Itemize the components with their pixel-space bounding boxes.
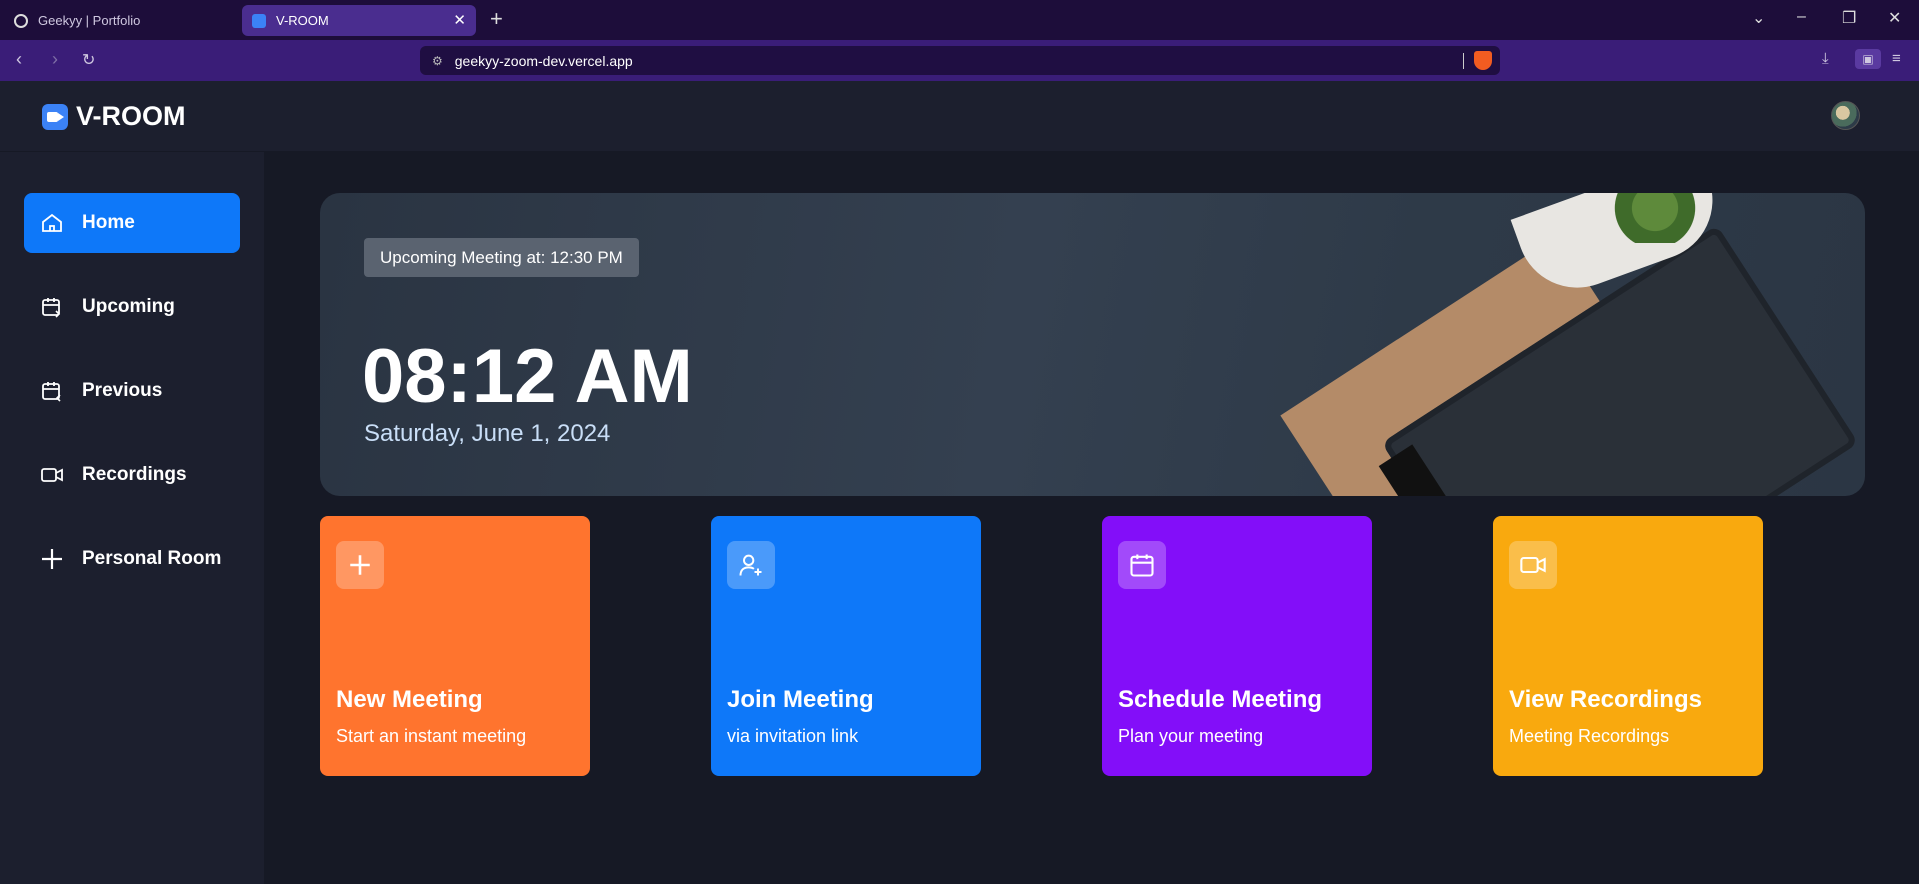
back-icon[interactable]: ‹ xyxy=(16,49,22,70)
card-title: Schedule Meeting xyxy=(1118,686,1323,713)
schedule-meeting-card[interactable]: Schedule Meeting Plan your meeting xyxy=(1102,516,1372,776)
wallet-icon[interactable]: ▣ xyxy=(1855,49,1881,69)
view-recordings-card[interactable]: View Recordings Meeting Recordings xyxy=(1493,516,1763,776)
sidebar-item-upcoming[interactable]: Upcoming xyxy=(24,277,240,337)
sidebar-item-label: Previous xyxy=(82,380,163,401)
close-window-icon[interactable]: ✕ xyxy=(1888,8,1901,28)
restore-icon[interactable]: ❐ xyxy=(1842,8,1856,28)
join-meeting-card[interactable]: Join Meeting via invitation link xyxy=(711,516,981,776)
upcoming-meeting-badge: Upcoming Meeting at: 12:30 PM xyxy=(364,238,639,277)
divider xyxy=(1463,53,1464,69)
vroom-favicon-icon xyxy=(252,13,266,28)
plus-icon xyxy=(336,541,384,589)
sidebar-item-label: Personal Room xyxy=(82,548,222,569)
app-name: V-ROOM xyxy=(76,101,186,131)
app-logo[interactable]: V-ROOM xyxy=(42,101,186,132)
sidebar-item-label: Upcoming xyxy=(82,296,175,317)
portfolio-favicon-icon xyxy=(14,13,28,28)
sidebar-item-label: Recordings xyxy=(82,464,187,485)
card-subtitle: Meeting Recordings xyxy=(1509,726,1670,746)
user-avatar[interactable] xyxy=(1831,101,1860,130)
tab-label: V-ROOM xyxy=(276,13,329,28)
address-bar[interactable]: ⚙ geekyy-zoom-dev.vercel.app xyxy=(420,46,1500,75)
user-add-icon xyxy=(727,541,775,589)
browser-tabbar: Geekyy | Portfolio V-ROOM ✕ + ⌄ – ❐ ✕ xyxy=(0,0,1919,40)
tab-list-chevron-icon[interactable]: ⌄ xyxy=(1752,8,1765,28)
new-tab-icon[interactable]: + xyxy=(490,8,503,30)
sidebar-item-previous[interactable]: Previous xyxy=(24,361,240,421)
site-info-icon[interactable]: ⚙ xyxy=(432,54,443,68)
browser-tab-vroom[interactable]: V-ROOM ✕ xyxy=(242,5,476,36)
sidebar-item-home[interactable]: Home xyxy=(24,193,240,253)
brave-shields-icon[interactable] xyxy=(1474,51,1492,70)
home-icon xyxy=(42,213,62,232)
sidebar: Home Upcoming Previous Recordings Person… xyxy=(0,152,264,884)
card-subtitle: via invitation link xyxy=(727,726,859,746)
card-subtitle: Start an instant meeting xyxy=(336,726,527,746)
sidebar-item-recordings[interactable]: Recordings xyxy=(24,445,240,505)
calendar-back-icon xyxy=(42,382,61,402)
card-title: New Meeting xyxy=(336,686,483,713)
calendar-icon xyxy=(1118,541,1166,589)
close-tab-icon[interactable]: ✕ xyxy=(453,11,466,29)
card-title: Join Meeting xyxy=(727,686,874,713)
menu-icon[interactable]: ≡ xyxy=(1892,50,1901,67)
download-icon[interactable]: ⤓ xyxy=(1822,50,1829,67)
video-camera-logo-icon xyxy=(42,103,68,130)
current-time: 08:12 AM xyxy=(362,334,693,419)
browser-tab-portfolio[interactable]: Geekyy | Portfolio xyxy=(4,5,239,36)
minimize-icon[interactable]: – xyxy=(1797,8,1806,26)
tab-label: Geekyy | Portfolio xyxy=(38,13,141,28)
sidebar-item-label: Home xyxy=(82,212,135,233)
app-header xyxy=(0,81,1919,152)
video-icon xyxy=(1509,541,1557,589)
reload-icon[interactable]: ↻ xyxy=(82,50,95,70)
calendar-forward-icon xyxy=(42,298,61,318)
video-icon xyxy=(41,468,63,482)
hero-background-decoration xyxy=(1610,193,1700,243)
card-title: View Recordings xyxy=(1509,686,1702,713)
plus-icon xyxy=(42,549,62,569)
forward-icon[interactable]: › xyxy=(52,49,58,70)
current-date: Saturday, June 1, 2024 xyxy=(364,420,611,447)
card-subtitle: Plan your meeting xyxy=(1118,726,1264,746)
new-meeting-card[interactable]: New Meeting Start an instant meeting xyxy=(320,516,590,776)
url-text: geekyy-zoom-dev.vercel.app xyxy=(454,52,633,69)
sidebar-item-personal-room[interactable]: Personal Room xyxy=(24,529,240,589)
